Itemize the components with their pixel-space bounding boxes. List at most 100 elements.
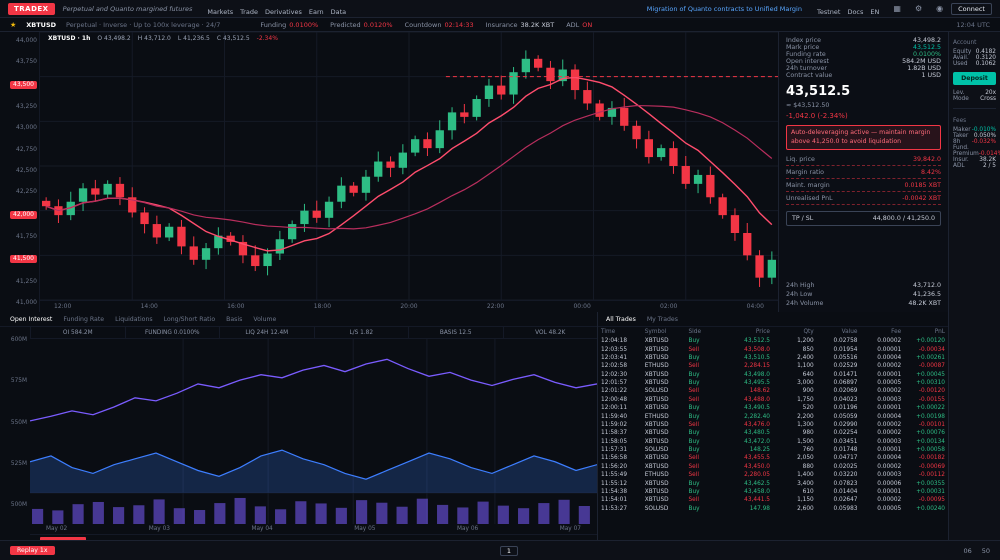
trade-row[interactable]: 12:03:55XBTUSDSell43,508.08500.019540.00… bbox=[598, 345, 948, 353]
legend-open: O 43,498.2 bbox=[97, 35, 130, 42]
trade-cell: XBTUSD bbox=[642, 429, 686, 437]
top-menu-item[interactable]: Trade bbox=[240, 8, 258, 16]
top-right-item[interactable]: EN bbox=[870, 8, 879, 16]
analytics-svg[interactable] bbox=[30, 339, 597, 524]
trade-cell: 2,050 bbox=[773, 454, 817, 462]
trade-row[interactable]: 11:54:38XBTUSDBuy43,458.06100.014040.000… bbox=[598, 488, 948, 496]
trade-cell: 0.00001 bbox=[861, 446, 905, 454]
trade-cell: 43,458.0 bbox=[729, 488, 773, 496]
rail-margin-row: ModeCross bbox=[953, 96, 996, 102]
trade-row[interactable]: 12:00:48XBTUSDSell43,488.01,7500.040230.… bbox=[598, 396, 948, 404]
trade-cell: Buy bbox=[686, 488, 730, 496]
trade-row[interactable]: 11:58:05XBTUSDBuy43,472.01,5000.034510.0… bbox=[598, 438, 948, 446]
tp-sl-button[interactable]: TP / SL 44,800.0 / 41,250.0 bbox=[786, 211, 941, 226]
trade-row[interactable]: 12:02:30XBTUSDBuy43,498.06400.014710.000… bbox=[598, 371, 948, 379]
trade-row[interactable]: 11:56:20XBTUSDSell43,450.08800.020250.00… bbox=[598, 463, 948, 471]
rail-fee-row-label: 8h Fund. bbox=[953, 139, 972, 151]
trade-row[interactable]: 12:01:57XBTUSDBuy43,495.53,0000.068970.0… bbox=[598, 379, 948, 387]
trades-tab[interactable]: All Trades bbox=[606, 316, 636, 323]
analytics-y-label: 550M bbox=[11, 420, 27, 426]
trade-cell: 0.00003 bbox=[861, 438, 905, 446]
analytics-tab[interactable]: Volume bbox=[253, 316, 276, 323]
trade-cell: 11:54:38 bbox=[598, 488, 642, 496]
analytics-tab[interactable]: Funding Rate bbox=[63, 316, 104, 323]
trade-row[interactable]: 11:57:31SOLUSDBuy148.257600.017480.00001… bbox=[598, 446, 948, 454]
top-menu-item[interactable]: Derivatives bbox=[265, 8, 302, 16]
trade-cell: 0.01404 bbox=[817, 488, 861, 496]
trade-row[interactable]: 11:53:27SOLUSDBuy147.982,6000.059830.000… bbox=[598, 505, 948, 513]
analytics-tab[interactable]: Basis bbox=[226, 316, 242, 323]
analytics-x-label: May 06 bbox=[457, 526, 478, 532]
trade-row[interactable]: 11:56:58XBTUSDSell43,455.52,0500.047170.… bbox=[598, 454, 948, 462]
top-menu-item[interactable]: Earn bbox=[309, 8, 324, 16]
trade-cell: 11:56:58 bbox=[598, 454, 642, 462]
trade-cell: SOLUSD bbox=[642, 505, 686, 513]
gear-icon[interactable]: ⚙ bbox=[915, 4, 922, 13]
announcement-link[interactable]: Migration of Quanto contracts to Unified… bbox=[647, 5, 802, 13]
trade-row[interactable]: 12:02:58ETHUSDSell2,284.151,1000.025290.… bbox=[598, 362, 948, 370]
trade-cell: 2,600 bbox=[773, 505, 817, 513]
trade-row[interactable]: 11:54:01XBTUSDSell43,441.51,1500.026470.… bbox=[598, 496, 948, 504]
trade-cell: 0.05516 bbox=[817, 354, 861, 362]
symbol-name[interactable]: XBTUSD bbox=[26, 21, 56, 29]
price-label: 41,750 bbox=[16, 234, 37, 240]
analytics-x-axis: May 02May 03May 04May 05May 06May 07 bbox=[30, 524, 597, 534]
top-right-item[interactable]: Docs bbox=[847, 8, 863, 16]
contract-row-value: 1 USD bbox=[922, 72, 941, 79]
trade-cell: XBTUSD bbox=[642, 496, 686, 504]
trade-cell: 0.03451 bbox=[817, 438, 861, 446]
trades-tab[interactable]: My Trades bbox=[647, 316, 678, 323]
top-right-item[interactable]: Testnet bbox=[817, 8, 840, 16]
rail-account-row-label: Used bbox=[953, 61, 968, 67]
trade-cell: 0.02069 bbox=[817, 387, 861, 395]
replay-chip[interactable]: Replay 1x bbox=[10, 546, 55, 555]
trades-header-row: TimeSymbolSidePriceQtyValueFeePnL bbox=[598, 327, 948, 337]
trade-row[interactable]: 12:04:18XBTUSDBuy43,512.51,2000.027580.0… bbox=[598, 337, 948, 345]
connect-button[interactable]: Connect bbox=[951, 3, 992, 15]
trade-row[interactable]: 11:55:49ETHUSDSell2,280.051,4000.032200.… bbox=[598, 471, 948, 479]
trade-cell: ETHUSD bbox=[642, 471, 686, 479]
analytics-body: 600M575M550M525M500M OI 584.2MFUNDING 0.… bbox=[0, 327, 597, 542]
daily-stat-label: 24h Low bbox=[786, 291, 812, 298]
candlestick-svg[interactable] bbox=[40, 32, 778, 300]
trade-row[interactable]: 11:59:40ETHUSDBuy2,282.402,2000.050590.0… bbox=[598, 412, 948, 420]
trade-cell: -0.00112 bbox=[904, 471, 948, 479]
trade-cell: Sell bbox=[686, 454, 730, 462]
trade-cell: 0.00001 bbox=[861, 345, 905, 353]
trades-column-header: Qty bbox=[773, 327, 817, 337]
trade-row[interactable]: 11:55:12XBTUSDBuy43,462.53,4000.078230.0… bbox=[598, 479, 948, 487]
trade-cell: Sell bbox=[686, 362, 730, 370]
page-number[interactable]: 1 bbox=[500, 546, 518, 556]
analytics-tab[interactable]: Open Interest bbox=[10, 316, 52, 323]
trade-row[interactable]: 11:58:37XBTUSDBuy43,480.59800.022540.000… bbox=[598, 429, 948, 437]
trade-cell: 0.00003 bbox=[861, 396, 905, 404]
favorite-star-icon[interactable]: ★ bbox=[10, 21, 16, 29]
trade-row[interactable]: 12:00:11XBTUSDBuy43,490.55200.011960.000… bbox=[598, 404, 948, 412]
price-axis: 44,00043,75043,50043,25043,00042,75042,5… bbox=[0, 32, 40, 312]
rail-fee-row: 8h Fund.-0.032% bbox=[953, 139, 996, 151]
user-avatar-icon[interactable]: ◉ bbox=[936, 4, 943, 13]
analytics-tab[interactable]: Long/Short Ratio bbox=[164, 316, 216, 323]
trade-cell: 0.05983 bbox=[817, 505, 861, 513]
time-label: 02:00 bbox=[660, 303, 677, 310]
analytics-chart[interactable]: OI 584.2MFUNDING 0.0100%LIQ 24H 12.4ML/S… bbox=[30, 327, 597, 542]
trade-cell: +0.00240 bbox=[904, 505, 948, 513]
candlestick-chart[interactable]: XBTUSD · 1h O 43,498.2 H 43,712.0 L 41,2… bbox=[40, 32, 778, 312]
top-menu-item[interactable]: Markets bbox=[207, 8, 233, 16]
trade-row[interactable]: 12:01:22SOLUSDSell148.629000.020690.0000… bbox=[598, 387, 948, 395]
trade-row[interactable]: 11:59:02XBTUSDSell43,476.01,3000.029900.… bbox=[598, 421, 948, 429]
contract-row: 24h turnover1.82B USD bbox=[786, 65, 941, 72]
trade-cell: Sell bbox=[686, 345, 730, 353]
trades-column-header: PnL bbox=[904, 327, 948, 337]
deposit-button[interactable]: Deposit bbox=[953, 72, 996, 85]
main-chart-row: 44,00043,75043,50043,25043,00042,75042,5… bbox=[0, 32, 948, 312]
trade-cell: +0.00022 bbox=[904, 404, 948, 412]
trade-cell: 0.00002 bbox=[861, 362, 905, 370]
app-logo[interactable]: TRADEX bbox=[8, 3, 55, 15]
top-menu-item[interactable]: Data bbox=[331, 8, 347, 16]
trade-cell: Buy bbox=[686, 412, 730, 420]
analytics-column-header: L/S 1.82 bbox=[314, 327, 409, 338]
analytics-tab[interactable]: Liquidations bbox=[115, 316, 153, 323]
trade-row[interactable]: 12:03:41XBTUSDBuy43,510.52,4000.055160.0… bbox=[598, 354, 948, 362]
grid-icon[interactable]: ▦ bbox=[893, 4, 901, 13]
